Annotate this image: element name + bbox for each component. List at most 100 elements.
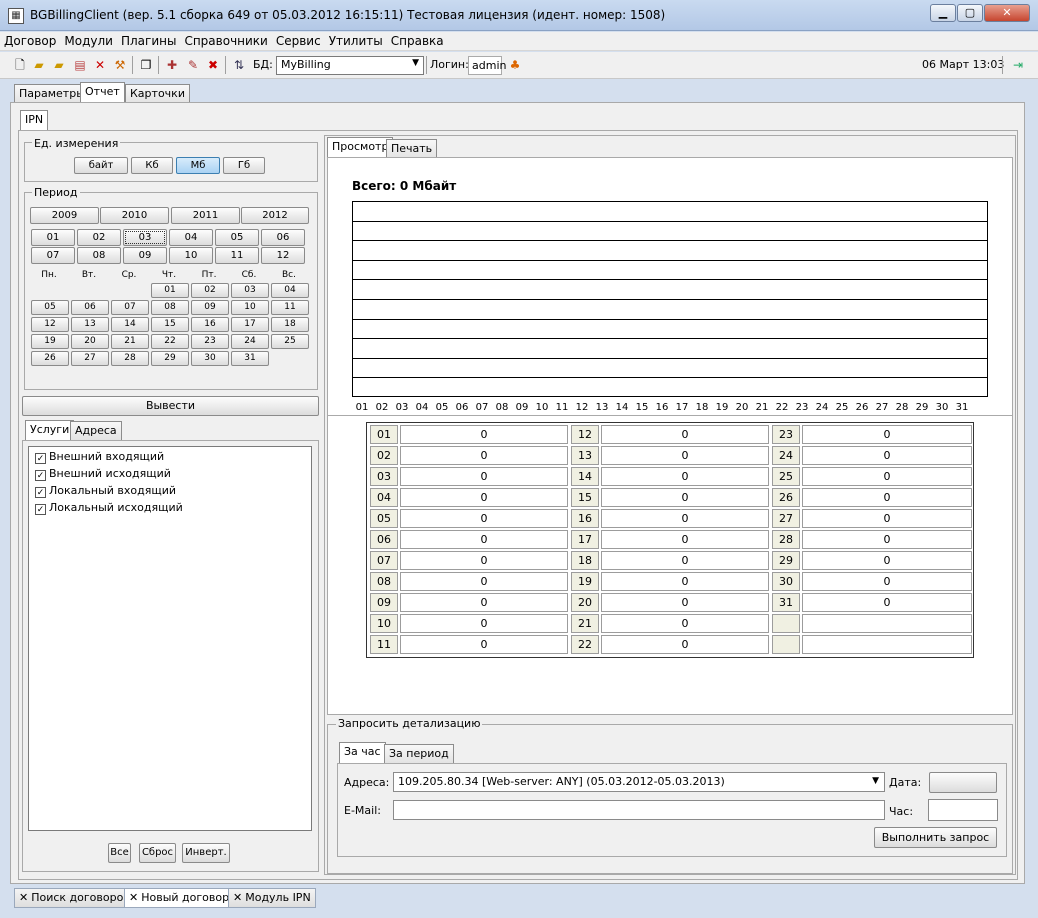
close-icon[interactable]: ✕ bbox=[233, 891, 242, 904]
day-24-button[interactable]: 24 bbox=[231, 334, 269, 349]
select-all-button[interactable]: Все bbox=[108, 843, 131, 863]
tab-per-hour[interactable]: За час bbox=[339, 742, 386, 763]
menu-item-modules[interactable]: Модули bbox=[60, 32, 117, 50]
tab-services[interactable]: Услуги bbox=[25, 420, 75, 441]
close-button[interactable]: ✕ bbox=[984, 4, 1030, 22]
month-05-button[interactable]: 05 bbox=[215, 229, 259, 246]
day-05-button[interactable]: 05 bbox=[31, 300, 69, 315]
day-22-button[interactable]: 22 bbox=[151, 334, 189, 349]
exit-icon[interactable]: ⇥ bbox=[1010, 57, 1026, 73]
tab-per-period[interactable]: За период bbox=[384, 744, 454, 763]
service-item[interactable]: ✓ Внешний исходящий bbox=[35, 467, 171, 481]
day-17-button[interactable]: 17 bbox=[231, 317, 269, 332]
month-09-button[interactable]: 09 bbox=[123, 247, 167, 264]
refresh-icon[interactable]: ⇅ bbox=[231, 57, 247, 73]
day-03-button[interactable]: 03 bbox=[231, 283, 269, 298]
remove-tree-icon[interactable]: ✖ bbox=[205, 57, 221, 73]
day-04-button[interactable]: 04 bbox=[271, 283, 309, 298]
day-10-button[interactable]: 10 bbox=[231, 300, 269, 315]
add-tree-icon[interactable]: ✚ bbox=[164, 57, 180, 73]
day-08-button[interactable]: 08 bbox=[151, 300, 189, 315]
month-04-button[interactable]: 04 bbox=[169, 229, 213, 246]
month-08-button[interactable]: 08 bbox=[77, 247, 121, 264]
tab-parameters[interactable]: Параметры bbox=[14, 84, 90, 103]
address-select[interactable]: 109.205.80.34 [Web-server: ANY] (05.03.2… bbox=[393, 772, 885, 792]
open-folder-icon[interactable]: ▰ bbox=[31, 57, 47, 73]
user-icon[interactable]: ♣ bbox=[507, 57, 523, 73]
day-16-button[interactable]: 16 bbox=[191, 317, 229, 332]
close-icon[interactable]: ✕ bbox=[19, 891, 28, 904]
bottom-tab-new-contract[interactable]: ✕ Новый договор bbox=[124, 888, 235, 908]
edit-tree-icon[interactable]: ✎ bbox=[185, 57, 201, 73]
year-2009-button[interactable]: 2009 bbox=[30, 207, 99, 224]
menu-item-utilities[interactable]: Утилиты bbox=[325, 32, 387, 50]
day-06-button[interactable]: 06 bbox=[71, 300, 109, 315]
day-07-button[interactable]: 07 bbox=[111, 300, 149, 315]
reset-button[interactable]: Сброс bbox=[139, 843, 176, 863]
tab-report[interactable]: Отчет bbox=[80, 82, 125, 103]
menu-item-help[interactable]: Справка bbox=[387, 32, 448, 50]
new-document-icon[interactable]: 🗋 bbox=[12, 57, 28, 73]
day-02-button[interactable]: 02 bbox=[191, 283, 229, 298]
service-item[interactable]: ✓ Локальный исходящий bbox=[35, 501, 183, 515]
day-15-button[interactable]: 15 bbox=[151, 317, 189, 332]
service-item[interactable]: ✓ Внешний входящий bbox=[35, 450, 164, 464]
day-18-button[interactable]: 18 bbox=[271, 317, 309, 332]
output-button[interactable]: Вывести bbox=[22, 396, 319, 416]
day-01-button[interactable]: 01 bbox=[151, 283, 189, 298]
day-23-button[interactable]: 23 bbox=[191, 334, 229, 349]
menu-item-contract[interactable]: Договор bbox=[0, 32, 60, 50]
checkbox[interactable]: ✓ bbox=[35, 470, 46, 481]
unit-byte-button[interactable]: байт bbox=[74, 157, 128, 174]
close-icon[interactable]: ✕ bbox=[129, 891, 138, 904]
service-item[interactable]: ✓ Локальный входящий bbox=[35, 484, 176, 498]
maximize-button[interactable]: ▢ bbox=[957, 4, 983, 22]
day-09-button[interactable]: 09 bbox=[191, 300, 229, 315]
tab-cards[interactable]: Карточки bbox=[125, 84, 190, 103]
open-contract-icon[interactable]: ▰ bbox=[51, 57, 67, 73]
month-11-button[interactable]: 11 bbox=[215, 247, 259, 264]
checkbox[interactable]: ✓ bbox=[35, 487, 46, 498]
month-02-button[interactable]: 02 bbox=[77, 229, 121, 246]
day-11-button[interactable]: 11 bbox=[271, 300, 309, 315]
day-29-button[interactable]: 29 bbox=[151, 351, 189, 366]
day-14-button[interactable]: 14 bbox=[111, 317, 149, 332]
unit-kb-button[interactable]: Кб bbox=[131, 157, 173, 174]
day-31-button[interactable]: 31 bbox=[231, 351, 269, 366]
execute-request-button[interactable]: Выполнить запрос bbox=[874, 827, 997, 848]
invert-button[interactable]: Инверт. bbox=[182, 843, 230, 863]
date-picker[interactable] bbox=[929, 772, 997, 793]
menu-item-directories[interactable]: Справочники bbox=[180, 32, 271, 50]
tab-ipn[interactable]: IPN bbox=[20, 110, 49, 131]
month-10-button[interactable]: 10 bbox=[169, 247, 213, 264]
day-12-button[interactable]: 12 bbox=[31, 317, 69, 332]
checkbox[interactable]: ✓ bbox=[35, 504, 46, 515]
day-20-button[interactable]: 20 bbox=[71, 334, 109, 349]
copy-icon[interactable]: ❐ bbox=[138, 57, 154, 73]
bottom-tab-ipn-module[interactable]: ✕ Модуль IPN bbox=[228, 888, 316, 908]
day-26-button[interactable]: 26 bbox=[31, 351, 69, 366]
tab-addresses[interactable]: Адреса bbox=[70, 421, 122, 440]
year-2010-button[interactable]: 2010 bbox=[100, 207, 169, 224]
email-field[interactable] bbox=[393, 800, 885, 820]
month-07-button[interactable]: 07 bbox=[31, 247, 75, 264]
minimize-button[interactable]: ▁ bbox=[930, 4, 956, 22]
checkbox[interactable]: ✓ bbox=[35, 453, 46, 464]
delete-document-icon[interactable]: ✕ bbox=[92, 57, 108, 73]
menu-item-plugins[interactable]: Плагины bbox=[117, 32, 180, 50]
year-2011-button[interactable]: 2011 bbox=[171, 207, 240, 224]
unit-gb-button[interactable]: Гб bbox=[223, 157, 265, 174]
month-01-button[interactable]: 01 bbox=[31, 229, 75, 246]
bottom-tab-contract-search[interactable]: ✕ Поиск договоров bbox=[14, 888, 135, 908]
tab-print[interactable]: Печать bbox=[386, 139, 438, 158]
month-06-button[interactable]: 06 bbox=[261, 229, 305, 246]
day-30-button[interactable]: 30 bbox=[191, 351, 229, 366]
day-13-button[interactable]: 13 bbox=[71, 317, 109, 332]
day-19-button[interactable]: 19 bbox=[31, 334, 69, 349]
hour-field[interactable] bbox=[928, 799, 998, 821]
day-27-button[interactable]: 27 bbox=[71, 351, 109, 366]
day-28-button[interactable]: 28 bbox=[111, 351, 149, 366]
year-2012-button[interactable]: 2012 bbox=[241, 207, 309, 224]
table-icon[interactable]: ▤ bbox=[72, 57, 88, 73]
day-21-button[interactable]: 21 bbox=[111, 334, 149, 349]
